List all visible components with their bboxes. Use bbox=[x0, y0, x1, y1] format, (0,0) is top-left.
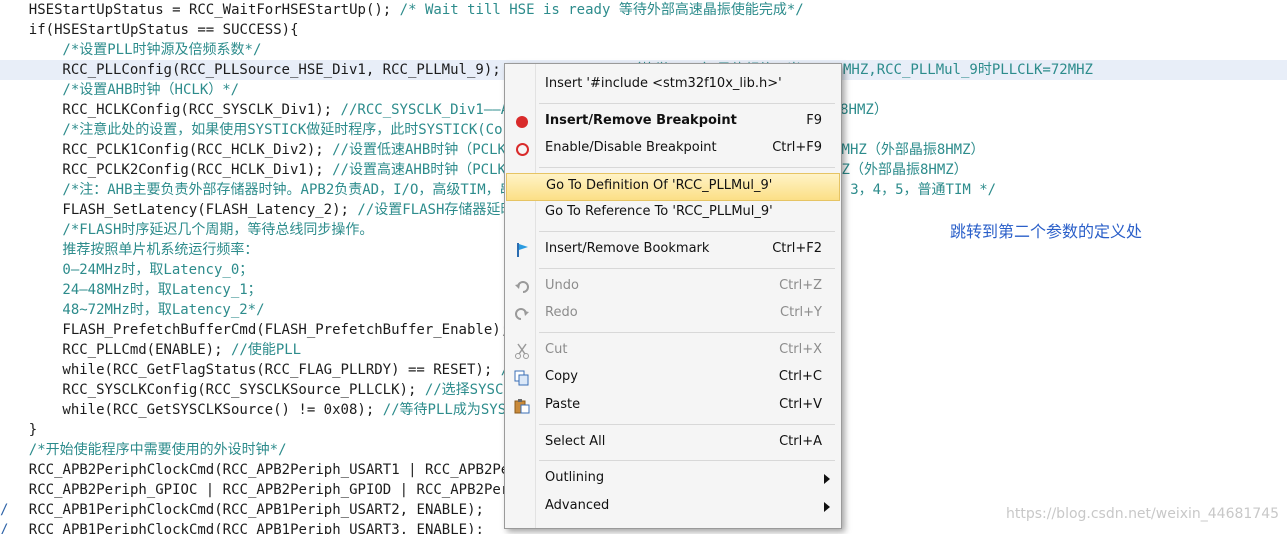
menu-item-shortcut: Ctrl+X bbox=[779, 341, 822, 357]
menu-item-insert-remove-breakpoint[interactable]: Insert/Remove Breakpoint F9 bbox=[506, 109, 840, 135]
code-text: RCC_HCLKConfig(RCC_SYSCLK_Div1); bbox=[62, 102, 341, 118]
menu-item-undo: Undo Ctrl+Z bbox=[506, 274, 840, 300]
code-text: } bbox=[28, 422, 38, 438]
menu-item-shortcut: F9 bbox=[806, 112, 822, 128]
code-text: FLASH_SetLatency(FLASH_Latency_2); bbox=[62, 202, 358, 218]
menu-item-insert-remove-bookmark[interactable]: Insert/Remove Bookmark Ctrl+F2 bbox=[506, 237, 840, 263]
menu-separator bbox=[539, 231, 835, 232]
menu-item-redo: Redo Ctrl+Y bbox=[506, 301, 840, 327]
code-comment: 48~72MHz时，取Latency_2*/ bbox=[62, 302, 265, 318]
code-text: RCC_PCLK2Config(RCC_HCLK_Div1); bbox=[62, 162, 333, 178]
menu-item-shortcut: Ctrl+V bbox=[779, 397, 822, 412]
code-text: RCC_PCLK1Config(RCC_HCLK_Div2); bbox=[62, 142, 333, 158]
undo-icon bbox=[514, 279, 530, 295]
menu-separator bbox=[539, 166, 835, 168]
submenu-arrow-icon bbox=[824, 501, 830, 512]
menu-item-enable-disable-breakpoint[interactable]: Enable/Disable Breakpoint Ctrl+F9 bbox=[506, 136, 840, 162]
watermark: https://blog.csdn.net/weixin_44681745 bbox=[1006, 506, 1280, 522]
code-comment: 0—24MHz时，取Latency_0； bbox=[62, 262, 254, 278]
code-text: if(HSEStartUpStatus == SUCCESS){ bbox=[28, 22, 299, 38]
menu-item-label: Select All bbox=[545, 433, 606, 449]
menu-item-go-to-reference-to-rcc-pllmul-9[interactable]: Go To Reference To 'RCC_PLLMul_9' bbox=[506, 200, 840, 226]
annotation-text: 跳转到第二个参数的定义处 bbox=[950, 222, 1143, 241]
code-comment: /*开始使能程序中需要使用的外设时钟*/ bbox=[28, 442, 287, 458]
menu-item-label: Go To Reference To 'RCC_PLLMul_9' bbox=[545, 204, 773, 220]
code-comment: /*FLASH时序延迟几个周期，等待总线同步操作。 bbox=[62, 222, 374, 238]
menu-item-label: Paste bbox=[545, 397, 581, 412]
code-text: RCC_PLLConfig(RCC_PLLSource_HSE_Div1, RC… bbox=[62, 62, 501, 78]
menu-item-label: Insert/Remove Bookmark bbox=[545, 241, 710, 256]
menu-item-label: Insert '#include <stm32f10x_lib.h>' bbox=[545, 76, 782, 91]
copy-icon bbox=[514, 370, 530, 386]
menu-item-shortcut: Ctrl+Y bbox=[780, 305, 822, 321]
context-menu: Insert '#include <stm32f10x_lib.h>' Inser… bbox=[504, 63, 842, 529]
menu-item-label: Copy bbox=[545, 369, 578, 385]
code-text: RCC_PLLCmd(ENABLE); bbox=[62, 342, 231, 358]
menu-item-cut: Cut Ctrl+X bbox=[506, 338, 840, 364]
code-comment: /* Wait till HSE is ready 等待外部高速晶振使能完成*/ bbox=[399, 2, 804, 18]
code-comment: /*设置AHB时钟（HCLK）*/ bbox=[62, 82, 240, 98]
menu-item-label: Go To Definition Of 'RCC_PLLMul_9' bbox=[546, 177, 773, 193]
menu-item-outlining[interactable]: Outlining bbox=[506, 466, 840, 492]
menu-item-shortcut: Ctrl+F2 bbox=[772, 241, 822, 256]
redo-icon bbox=[514, 306, 530, 322]
cut-icon bbox=[514, 343, 530, 359]
menu-separator bbox=[539, 331, 835, 333]
enable-breakpoint-icon bbox=[514, 141, 530, 157]
menu-item-label: Advanced bbox=[545, 497, 610, 513]
menu-item-go-to-definition-of-rcc-pllmul-9[interactable]: Go To Definition Of 'RCC_PLLMul_9' bbox=[506, 172, 840, 201]
code-text: while(RCC_GetSYSCLKSource() != 0x08); bbox=[62, 402, 383, 418]
code-text: RCC_APB1PeriphClockCmd(RCC_APB1Periph_US… bbox=[28, 522, 493, 534]
menu-item-label: Enable/Disable Breakpoint bbox=[545, 140, 717, 156]
menu-item-shortcut: Ctrl+A bbox=[779, 433, 822, 449]
menu-item-paste[interactable]: Paste Ctrl+V bbox=[506, 393, 840, 419]
menu-separator bbox=[539, 460, 835, 462]
menu-item-shortcut: Ctrl+Z bbox=[779, 277, 822, 293]
menu-item-shortcut: Ctrl+F9 bbox=[772, 140, 822, 156]
code-comment: 推荐按照单片机系统运行频率： bbox=[62, 242, 259, 258]
code-text: RCC_APB1PeriphClockCmd(RCC_APB1Periph_US… bbox=[28, 502, 493, 518]
code-comment: /*设置PLL时钟源及倍频系数*/ bbox=[62, 42, 262, 58]
code-text: RCC_SYSCLKConfig(RCC_SYSCLKSource_PLLCLK… bbox=[62, 382, 425, 398]
menu-item-insert-include-stm32f10x-lib-h[interactable]: Insert '#include <stm32f10x_lib.h>' bbox=[506, 72, 840, 98]
menu-item-select-all[interactable]: Select All Ctrl+A bbox=[506, 430, 840, 456]
submenu-arrow-icon bbox=[824, 474, 830, 485]
menu-separator bbox=[539, 267, 835, 269]
fold-marker: / bbox=[0, 522, 9, 534]
menu-item-label: Insert/Remove Breakpoint bbox=[545, 112, 737, 128]
menu-item-shortcut: Ctrl+C bbox=[778, 369, 822, 385]
code-comment: 24—48MHz时，取Latency_1； bbox=[62, 282, 262, 298]
code-text: FLASH_PrefetchBufferCmd(FLASH_PrefetchBu… bbox=[62, 322, 518, 338]
menu-separator bbox=[539, 423, 835, 425]
code-comment: //使能PLL bbox=[230, 342, 302, 358]
menu-item-label: Cut bbox=[545, 341, 568, 357]
menu-item-label: Outlining bbox=[545, 470, 605, 486]
bookmark-icon bbox=[514, 242, 530, 258]
menu-item-label: Undo bbox=[545, 277, 579, 293]
menu-item-advanced[interactable]: Advanced bbox=[506, 494, 840, 520]
fold-marker: / bbox=[0, 502, 9, 518]
menu-item-label: Redo bbox=[545, 305, 578, 321]
code-text: HSEStartUpStatus = RCC_WaitForHSEStartUp… bbox=[28, 2, 400, 18]
breakpoint-icon bbox=[514, 114, 530, 130]
menu-item-copy[interactable]: Copy Ctrl+C bbox=[506, 365, 840, 391]
menu-separator bbox=[539, 102, 835, 104]
paste-icon bbox=[514, 398, 530, 414]
code-text: while(RCC_GetFlagStatus(RCC_FLAG_PLLRDY)… bbox=[62, 362, 501, 378]
